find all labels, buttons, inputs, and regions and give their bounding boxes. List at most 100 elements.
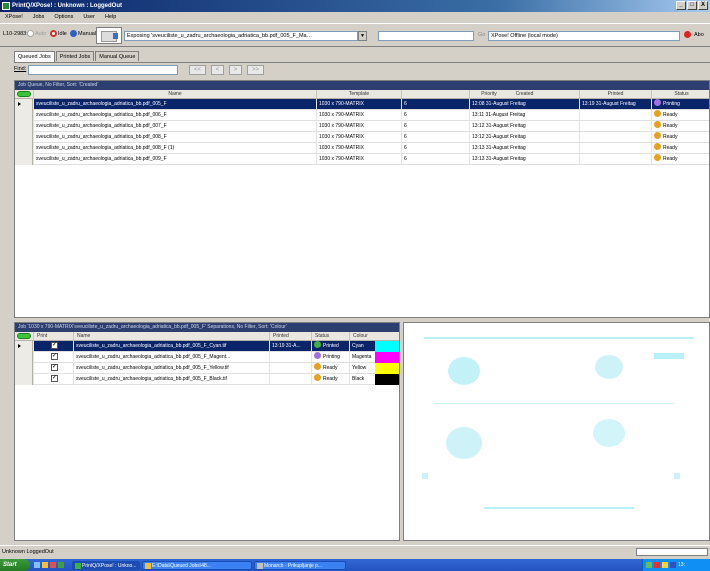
col-printed[interactable]: Printed bbox=[579, 90, 651, 99]
menu-jobs[interactable]: Jobs bbox=[33, 12, 45, 23]
print-checkbox[interactable]: ✓ bbox=[51, 353, 58, 361]
colour-swatch bbox=[375, 341, 399, 352]
col-template[interactable]: Template bbox=[316, 90, 401, 99]
abort-button[interactable]: Abo bbox=[684, 31, 704, 38]
separation-row[interactable]: ✓ sveuciliste_u_zadru_archaeologia_adriat… bbox=[15, 374, 399, 385]
mode-auto-radio[interactable]: Auto bbox=[27, 30, 46, 37]
row-selector[interactable] bbox=[15, 110, 33, 121]
status-icon bbox=[314, 341, 321, 349]
last-page-button[interactable]: >> bbox=[247, 65, 264, 75]
row-selector[interactable] bbox=[15, 341, 33, 352]
minimize-button[interactable]: _ bbox=[676, 1, 686, 10]
tab-manual-queue[interactable]: Manual Queue bbox=[95, 51, 140, 61]
col-status[interactable]: Status bbox=[651, 90, 710, 99]
separation-row[interactable]: ✓ sveuciliste_u_zadru_archaeologia_adriat… bbox=[15, 363, 399, 374]
find-input[interactable] bbox=[28, 65, 178, 75]
menu-user[interactable]: User bbox=[83, 12, 95, 23]
separation-cell-status: Ready bbox=[311, 363, 349, 374]
quicklaunch-desktop-icon[interactable] bbox=[34, 562, 40, 568]
separation-cell-print: ✓ bbox=[33, 374, 73, 385]
row-selector[interactable] bbox=[15, 374, 33, 385]
status-icon bbox=[314, 352, 321, 360]
app-icon bbox=[2, 2, 10, 10]
quicklaunch-folder-icon[interactable] bbox=[42, 562, 48, 568]
job-cell-created: 13:13 31-August Freitag bbox=[469, 143, 579, 154]
status-progress-field bbox=[636, 548, 708, 556]
menu-xpose[interactable]: XPose! bbox=[5, 12, 23, 23]
row-selector[interactable] bbox=[15, 99, 33, 110]
status-icon bbox=[314, 363, 321, 371]
prev-page-button[interactable]: < bbox=[211, 65, 224, 75]
find-row: Find: << < > >> bbox=[14, 64, 710, 76]
status-text: Printing bbox=[663, 101, 680, 107]
row-selector[interactable] bbox=[15, 352, 33, 363]
maximize-button[interactable]: □ bbox=[687, 1, 697, 10]
job-row[interactable]: sveuciliste_u_zadru_archaeologia_adriati… bbox=[15, 132, 709, 143]
status-icon bbox=[654, 121, 661, 129]
col-print[interactable]: Print bbox=[33, 332, 73, 341]
row-selector[interactable] bbox=[15, 143, 33, 154]
go-button[interactable]: Go bbox=[478, 32, 485, 38]
row-selector[interactable] bbox=[15, 132, 33, 143]
menu-help[interactable]: Help bbox=[105, 12, 116, 23]
quicklaunch-app-icon[interactable] bbox=[50, 562, 56, 568]
tray-app-icon[interactable] bbox=[670, 562, 676, 568]
status-text: Ready bbox=[663, 134, 678, 140]
job-row[interactable]: sveuciliste_u_zadru_archaeologia_adriati… bbox=[15, 143, 709, 154]
close-button[interactable]: X bbox=[698, 1, 708, 10]
connection-status-field: XPose! Offline (local mode) bbox=[488, 31, 680, 41]
first-page-button[interactable]: << bbox=[189, 65, 206, 75]
thumbnail-preview bbox=[96, 27, 122, 44]
mode-manual-radio[interactable]: Manual bbox=[70, 30, 96, 37]
job-row[interactable]: sveuciliste_u_zadru_archaeologia_adriati… bbox=[15, 121, 709, 132]
col-sep-name[interactable]: Name bbox=[73, 332, 269, 341]
print-checkbox[interactable]: ✓ bbox=[51, 364, 58, 372]
row-selector[interactable] bbox=[15, 154, 33, 165]
start-button[interactable]: Start bbox=[0, 559, 30, 571]
clock: 13: bbox=[678, 562, 685, 568]
status-text: Ready bbox=[663, 123, 678, 129]
tab-printed-jobs[interactable]: Printed Jobs bbox=[55, 51, 95, 61]
menu-options[interactable]: Options bbox=[54, 12, 73, 23]
colour-swatch bbox=[375, 374, 399, 385]
taskbar-item-explorer[interactable]: E:\Data\Queued Jobs\48... bbox=[142, 560, 252, 570]
col-sep-printed[interactable]: Printed bbox=[269, 332, 311, 341]
add-separation-icon[interactable] bbox=[17, 333, 31, 339]
add-job-icon[interactable] bbox=[17, 91, 31, 97]
job-row[interactable]: sveuciliste_u_zadru_archaeologia_adriati… bbox=[15, 110, 709, 121]
job-cell-printed bbox=[579, 132, 651, 143]
col-created[interactable]: Created bbox=[469, 90, 579, 99]
status-text: Ready bbox=[663, 145, 678, 151]
col-sep-status[interactable]: Status bbox=[311, 332, 349, 341]
job-row[interactable]: sveuciliste_u_zadru_archaeologia_adriati… bbox=[15, 99, 709, 110]
tray-alert-icon[interactable] bbox=[654, 562, 660, 568]
taskbar-item-printq[interactable]: PrintQ/XPose! : Unkno... bbox=[72, 560, 140, 570]
separation-row[interactable]: ✓ sveuciliste_u_zadru_archaeologia_adriat… bbox=[15, 352, 399, 363]
tray-volume-icon[interactable] bbox=[662, 562, 668, 568]
status-icon bbox=[654, 143, 661, 151]
separation-row[interactable]: ✓ sveuciliste_u_zadru_archaeologia_adriat… bbox=[15, 341, 399, 352]
window-title: PrintQ/XPose! : Unknown : LoggedOut bbox=[12, 3, 122, 9]
taskbar-item-monarch[interactable]: Monarch - Prikupljanje p... bbox=[254, 560, 346, 570]
chevron-down-icon[interactable]: ▼ bbox=[358, 31, 367, 41]
status-icon bbox=[314, 374, 321, 382]
job-cell-template: 1030 x 790-MATRIX bbox=[316, 110, 401, 121]
exposing-job-dropdown[interactable]: Exposing 'sveuciliste_u_zadru_archaeolog… bbox=[124, 31, 358, 41]
next-page-button[interactable]: > bbox=[229, 65, 242, 75]
row-selector[interactable] bbox=[15, 121, 33, 132]
device-label: L10-2983: bbox=[3, 31, 28, 37]
col-name[interactable]: Name bbox=[33, 90, 316, 99]
print-checkbox[interactable]: ✓ bbox=[51, 342, 58, 350]
separations-header: Print Name Printed Status Colour bbox=[15, 332, 399, 341]
go-target-input[interactable] bbox=[378, 31, 474, 41]
job-cell-status: Printing bbox=[651, 99, 710, 110]
row-selector[interactable] bbox=[15, 363, 33, 374]
col-colour[interactable]: Colour bbox=[349, 332, 401, 341]
job-cell-name: sveuciliste_u_zadru_archaeologia_adriati… bbox=[33, 154, 316, 165]
tray-network-icon[interactable] bbox=[646, 562, 652, 568]
quicklaunch-browser-icon[interactable] bbox=[58, 562, 64, 568]
job-row[interactable]: sveuciliste_u_zadru_archaeologia_adriati… bbox=[15, 154, 709, 165]
mode-idle-radio[interactable]: Idle bbox=[50, 30, 67, 37]
print-checkbox[interactable]: ✓ bbox=[51, 375, 58, 383]
tab-queued-jobs[interactable]: Queued Jobs bbox=[14, 51, 55, 62]
